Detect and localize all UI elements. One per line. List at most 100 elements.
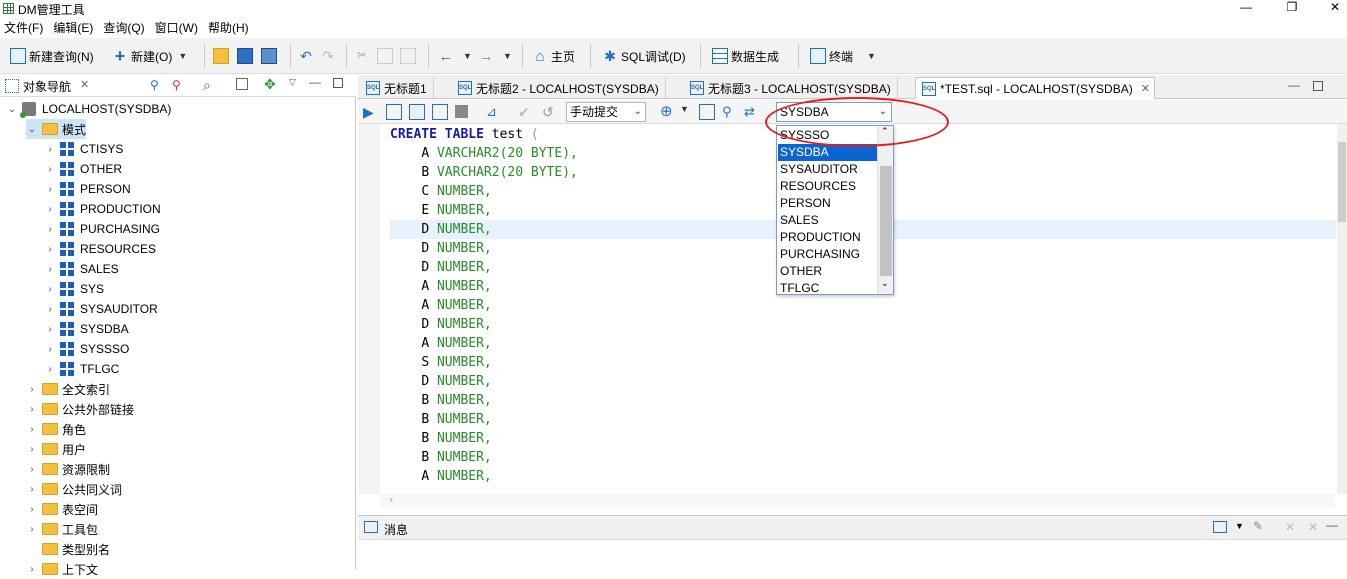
- chevron-right-icon[interactable]: ›: [26, 464, 38, 475]
- tree-item-schema[interactable]: › TFLGC: [44, 359, 119, 379]
- commit-mode-select[interactable]: 手动提交 ⌄: [566, 102, 646, 122]
- copy-button[interactable]: [377, 46, 396, 66]
- dropdown-option[interactable]: PERSON: [778, 195, 877, 212]
- run-icon[interactable]: ▶: [363, 104, 379, 120]
- data-gen-button[interactable]: 数据生成: [712, 46, 779, 66]
- tree-item-folder[interactable]: 类型别名: [26, 539, 110, 559]
- run-script-icon[interactable]: [386, 104, 402, 120]
- chevron-right-icon[interactable]: ›: [26, 444, 38, 455]
- close-button[interactable]: ✕: [1312, 0, 1347, 18]
- tree-item-schema[interactable]: › PURCHASING: [44, 219, 160, 239]
- new-query-button[interactable]: 新建查询(N): [10, 46, 94, 66]
- console-icon[interactable]: [1213, 521, 1227, 533]
- dropdown-option[interactable]: PRODUCTION: [778, 229, 877, 246]
- restore-button[interactable]: ❐: [1269, 0, 1315, 18]
- tree-item-schema[interactable]: › PERSON: [44, 179, 131, 199]
- maximize-view-icon[interactable]: [333, 78, 343, 88]
- tab-untitled-2[interactable]: SQL 无标题2 - LOCALHOST(SYSDBA): [452, 77, 666, 99]
- tab-untitled-3[interactable]: SQL 无标题3 - LOCALHOST(SYSDBA): [684, 77, 898, 99]
- rollback-icon[interactable]: ↺: [542, 104, 558, 120]
- menu-query[interactable]: 查询(Q): [99, 18, 150, 38]
- scroll-thumb[interactable]: [1338, 142, 1346, 222]
- tree-item-folder[interactable]: › 公共外部链接: [26, 399, 134, 419]
- dropdown-option[interactable]: RESOURCES: [778, 178, 877, 195]
- target-icon[interactable]: ⊕: [660, 104, 676, 120]
- tree-item-connection[interactable]: ⌄ LOCALHOST(SYSDBA): [6, 99, 171, 119]
- chevron-down-icon[interactable]: ▼: [1235, 521, 1244, 531]
- remove-icon[interactable]: ✕: [1285, 520, 1295, 534]
- tree-item-folder[interactable]: › 用户: [26, 439, 86, 459]
- chevron-right-icon[interactable]: ›: [44, 244, 56, 255]
- chevron-down-icon[interactable]: ▼: [178, 51, 187, 61]
- chevron-right-icon[interactable]: ›: [44, 144, 56, 155]
- find-icon[interactable]: ⚲: [722, 104, 738, 120]
- menu-edit[interactable]: 编辑(E): [49, 18, 99, 38]
- menu-window[interactable]: 窗口(W): [151, 18, 204, 38]
- menu-help[interactable]: 帮助(H): [204, 18, 255, 38]
- chevron-down-icon[interactable]: ▼: [680, 104, 696, 120]
- chevron-down-icon[interactable]: ▼: [867, 51, 876, 61]
- back-button[interactable]: ← ▼: [438, 46, 472, 66]
- dropdown-option[interactable]: OTHER: [778, 263, 877, 280]
- editor-vertical-scrollbar[interactable]: [1337, 124, 1347, 494]
- tree-item-schema[interactable]: › RESOURCES: [44, 239, 156, 259]
- save-all-button[interactable]: [261, 46, 280, 66]
- dropdown-option[interactable]: SALES: [778, 212, 877, 229]
- forward-button[interactable]: → ▼: [478, 46, 512, 66]
- chevron-right-icon[interactable]: ›: [44, 284, 56, 295]
- chevron-down-icon[interactable]: ⌄: [26, 124, 38, 135]
- scroll-down-icon[interactable]: ⌄: [881, 278, 889, 289]
- undo-button[interactable]: ↶: [298, 46, 317, 66]
- chevron-right-icon[interactable]: ›: [44, 224, 56, 235]
- chevron-right-icon[interactable]: ›: [44, 264, 56, 275]
- paste-button[interactable]: [400, 46, 419, 66]
- tree-item-folder[interactable]: › 角色: [26, 419, 86, 439]
- cut-button[interactable]: ✂: [354, 46, 373, 66]
- schema-dropdown-list[interactable]: SYSSSO SYSDBA SYSAUDITOR RESOURCES PERSON SAL…: [776, 125, 894, 295]
- view-menu-icon[interactable]: ▽: [289, 77, 296, 88]
- minimize-view-icon[interactable]: —: [1326, 518, 1338, 532]
- tree-item-schema[interactable]: › SYSDBA: [44, 319, 129, 339]
- dropdown-option[interactable]: PURCHASING: [778, 246, 877, 263]
- close-icon[interactable]: ✕: [1141, 82, 1150, 95]
- tree-item-folder[interactable]: › 公共同义词: [26, 479, 122, 499]
- chevron-right-icon[interactable]: ›: [26, 384, 38, 395]
- terminal-button[interactable]: 终端 ▼: [810, 46, 876, 66]
- scroll-left-icon[interactable]: ‹: [390, 494, 393, 504]
- chevron-right-icon[interactable]: ›: [26, 504, 38, 515]
- chevron-right-icon[interactable]: ›: [44, 164, 56, 175]
- clear-icon[interactable]: ✎: [1253, 519, 1263, 533]
- link-editor-icon[interactable]: ✥: [264, 76, 276, 93]
- chevron-right-icon[interactable]: ›: [44, 204, 56, 215]
- minimize-button[interactable]: —: [1223, 0, 1269, 18]
- chevron-right-icon[interactable]: ›: [44, 364, 56, 375]
- close-icon[interactable]: ✕: [80, 78, 89, 91]
- chevron-right-icon[interactable]: ›: [26, 524, 38, 535]
- minimize-view-icon[interactable]: —: [1288, 78, 1300, 92]
- open-button[interactable]: [213, 46, 232, 66]
- search-icon[interactable]: ⌕: [203, 77, 211, 94]
- chevron-right-icon[interactable]: ›: [44, 324, 56, 335]
- shuffle-icon[interactable]: ⇄: [744, 104, 760, 120]
- stop-icon[interactable]: [455, 105, 468, 118]
- tree-item-schema[interactable]: › CTISYS: [44, 139, 123, 159]
- dropdown-option[interactable]: TFLGC: [778, 280, 877, 297]
- chevron-right-icon[interactable]: ›: [44, 344, 56, 355]
- tree-item-folder[interactable]: › 资源限制: [26, 459, 110, 479]
- menu-file[interactable]: 文件(F): [0, 18, 49, 38]
- chevron-right-icon[interactable]: ›: [44, 304, 56, 315]
- format-icon[interactable]: [699, 104, 715, 120]
- tree-item-folder[interactable]: › 表空间: [26, 499, 98, 519]
- chevron-right-icon[interactable]: ›: [26, 564, 38, 575]
- commit-icon[interactable]: ✔: [518, 104, 534, 120]
- statistics-icon[interactable]: ⊿: [486, 104, 502, 120]
- tab-untitled-1[interactable]: SQL 无标题1: [360, 77, 434, 99]
- tree-item-folder[interactable]: › 工具包: [26, 519, 98, 539]
- save-button[interactable]: [237, 46, 256, 66]
- tree-item-folder[interactable]: › 全文索引: [26, 379, 110, 399]
- tree-item-schema[interactable]: › OTHER: [44, 159, 122, 179]
- chevron-down-icon[interactable]: ▼: [463, 51, 472, 61]
- remove-all-icon[interactable]: ✕: [1308, 520, 1318, 534]
- chevron-right-icon[interactable]: ›: [26, 424, 38, 435]
- tree-item-schema[interactable]: › SYSAUDITOR: [44, 299, 158, 319]
